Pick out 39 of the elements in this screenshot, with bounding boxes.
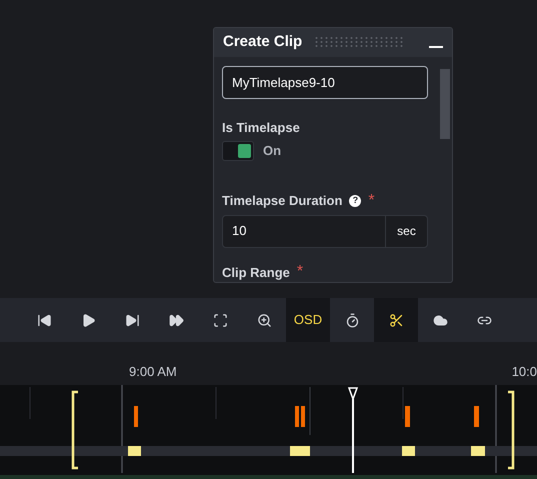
event-marker bbox=[405, 406, 410, 427]
event-marker bbox=[134, 406, 138, 427]
skip-back-icon bbox=[36, 312, 52, 328]
recording-segment bbox=[128, 446, 141, 456]
event-marker bbox=[295, 406, 299, 427]
field-label: Is Timelapse bbox=[222, 118, 301, 137]
recording-segment bbox=[290, 446, 310, 456]
recording-segment bbox=[402, 446, 415, 456]
timelapse-toggle[interactable] bbox=[222, 141, 254, 161]
duration-value: 10 bbox=[231, 222, 248, 240]
range-start-bracket[interactable] bbox=[72, 390, 78, 470]
stopwatch-icon bbox=[344, 312, 360, 328]
field-label: Clip Range bbox=[222, 264, 290, 282]
dialog-title: Create Clip bbox=[223, 32, 302, 52]
unit-label: sec bbox=[385, 216, 427, 246]
required-mark: * bbox=[368, 192, 375, 209]
time-label: 9:00 AM bbox=[129, 363, 177, 381]
event-marker bbox=[301, 406, 305, 427]
playhead[interactable] bbox=[348, 387, 358, 473]
zoom-in-icon bbox=[256, 312, 272, 328]
osd-button[interactable]: OSD bbox=[286, 298, 330, 342]
clip-name-field[interactable]: MyTimelapse9-10 bbox=[222, 66, 428, 98]
scissors-icon bbox=[388, 312, 404, 328]
skip-forward-icon bbox=[124, 312, 140, 328]
fullscreen-icon bbox=[212, 312, 228, 328]
timeline-drawing[interactable] bbox=[0, 385, 537, 475]
field-label: Timelapse Duration bbox=[222, 192, 342, 210]
toggle-state-text: On bbox=[263, 142, 282, 160]
range-end-bracket[interactable] bbox=[508, 390, 514, 470]
fast-forward-icon bbox=[168, 312, 184, 328]
cloud-icon bbox=[432, 312, 448, 328]
event-marker bbox=[474, 406, 479, 427]
scissors-button[interactable] bbox=[374, 298, 418, 342]
play-icon bbox=[80, 312, 96, 328]
required-mark: * bbox=[296, 264, 304, 280]
duration-field[interactable]: 10 sec bbox=[222, 214, 428, 248]
recording-segment bbox=[471, 446, 485, 456]
time-label: 10:0 bbox=[512, 363, 537, 381]
help-icon[interactable]: ? bbox=[349, 194, 362, 207]
